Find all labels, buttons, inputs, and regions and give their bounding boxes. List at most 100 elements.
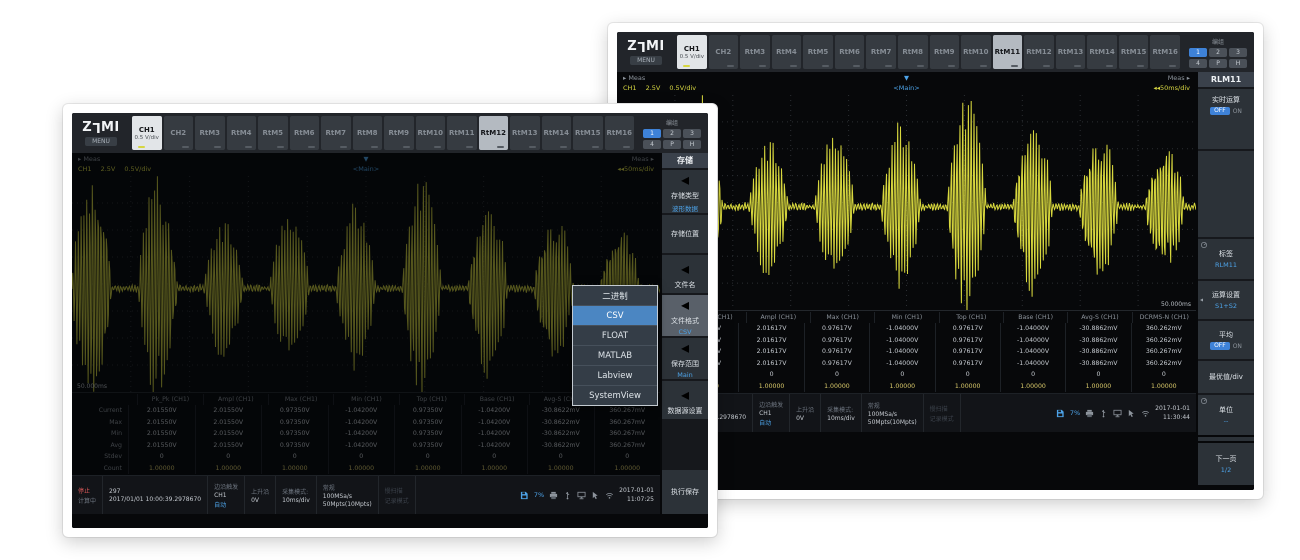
disk-usage-icon[interactable] [520,491,529,500]
file-format-option[interactable]: Labview [573,366,657,386]
group-button[interactable]: 2 [1209,48,1227,57]
toggle-on[interactable]: ON [1233,343,1242,350]
group-button[interactable]: 3 [1229,48,1247,57]
acquire-mode-segment[interactable]: 采集模式: 10ms/div [821,394,862,432]
channel-tab[interactable]: RtM8 [353,116,383,150]
display-icon[interactable] [1113,409,1122,418]
cursor-icon[interactable] [1127,409,1136,418]
printer-icon[interactable] [1085,409,1094,418]
channel-tab[interactable]: RtM7 [321,116,351,150]
channel-tab[interactable]: RtM12 [479,116,509,150]
channel-tab[interactable]: RtM8 [898,35,928,69]
channel-tab[interactable]: CH2 [164,116,194,150]
display-icon[interactable] [577,491,586,500]
storage-menu-item[interactable]: ◂ 保存范围 Main [662,338,708,379]
channel-tab[interactable]: RtM9 [384,116,414,150]
average-toggle[interactable]: OFF ON [1210,342,1242,350]
channel-tab[interactable]: RtM3 [740,35,770,69]
realtime-math-section[interactable]: 实时运算 OFF ON [1198,89,1254,149]
file-format-option[interactable]: FLOAT [573,326,657,346]
channel-tab[interactable]: CH2 [709,35,739,69]
menu-button[interactable]: MENU [85,137,117,146]
group-button[interactable]: 1 [643,129,661,138]
toggle-off[interactable]: OFF [1210,342,1230,350]
menu-button[interactable]: MENU [630,56,662,65]
group-button[interactable]: 3 [683,129,701,138]
label-section[interactable]: 标签 RLM11 [1198,239,1254,279]
channel-tab[interactable]: RtM11 [447,116,477,150]
sampling-segment[interactable]: 常规 100MSa/s 50Mpts(10Mpts) [317,476,379,514]
unit-section[interactable]: 单位 -- [1198,395,1254,435]
measurement-column-header: Min (CH1) [874,312,938,324]
group-button[interactable]: 2 [663,129,681,138]
storage-menu-item[interactable]: ◂ 文件格式 CSV [662,295,708,336]
channel-tab[interactable]: RtM4 [772,35,802,69]
storage-menu-item[interactable]: ◂ 存储类型 波形数据 [662,170,708,213]
average-section[interactable]: 平均 OFF ON [1198,321,1254,359]
usb-icon[interactable] [1099,409,1108,418]
channel-tab-label: RtM15 [575,129,600,137]
channel-tab[interactable]: RtM9 [930,35,960,69]
channel-tab[interactable]: RtM7 [866,35,896,69]
sampling-segment[interactable]: 常规 100MSa/s 50Mpts(10Mpts) [862,394,924,432]
channel-tab[interactable]: RtM3 [195,116,225,150]
trigger-segment[interactable]: 边沿触发 CH1 自动 [753,394,790,432]
channel-tab[interactable]: RtM15 [1119,35,1149,69]
realtime-math-toggle[interactable]: OFF ON [1210,107,1242,115]
storage-menu-item[interactable]: ◂ 数据源设置 [662,381,708,419]
group-button[interactable]: 4 [643,140,661,149]
printer-icon[interactable] [549,491,558,500]
next-page-button[interactable]: 下一页 1/2 [1198,443,1254,485]
channel-tab[interactable]: RtM10 [416,116,446,150]
channel-tab[interactable]: RtM16 [1150,35,1180,69]
group-button[interactable]: P [1209,59,1227,68]
channel-tab[interactable]: RtM10 [961,35,991,69]
group-button[interactable]: P [663,140,681,149]
channel-tab[interactable]: RtM6 [835,35,865,69]
group-button[interactable]: H [1229,59,1247,68]
toggle-on[interactable]: ON [1233,108,1242,115]
disk-usage-icon[interactable] [1056,409,1065,418]
acquire-mode-segment[interactable]: 采集模式: 10ms/div [276,476,317,514]
best-value-section[interactable]: 最优值/div [1198,361,1254,393]
channel-tab[interactable]: RtM5 [258,116,288,150]
channel-tab[interactable]: RtM16 [605,116,635,150]
file-format-option[interactable]: 二进制 [573,286,657,306]
toggle-off[interactable]: OFF [1210,107,1230,115]
file-format-option[interactable]: MATLAB [573,346,657,366]
group-button[interactable]: 4 [1189,59,1207,68]
channel-tab[interactable]: RtM14 [1087,35,1117,69]
execute-save-button[interactable]: 执行保存 [662,470,708,514]
meas-right-toggle[interactable]: Meas ▸ [1168,74,1190,84]
channel-state-dash [917,65,924,67]
trigger-marker-icon[interactable]: ▼ [904,74,909,84]
trigger-edge-segment[interactable]: 上升沿 0V [245,476,276,514]
channel-tab[interactable]: RtM5 [803,35,833,69]
channel-tab[interactable]: RtM13 [1056,35,1086,69]
channel-tab[interactable]: RtM6 [290,116,320,150]
logo-turned-letter: L [637,39,646,52]
group-button[interactable]: 1 [1189,48,1207,57]
storage-menu-item[interactable]: 存储位置 [662,215,708,253]
file-format-option[interactable]: CSV [573,306,657,326]
channel-tab[interactable]: CH1 0.5 V/div [132,116,162,150]
group-button[interactable]: H [683,140,701,149]
inactive-modes-segment: 慢扫描 记录模式 [379,476,416,514]
wifi-icon[interactable] [605,491,614,500]
storage-menu-item[interactable]: ◂ 文件名 [662,255,708,293]
trigger-segment[interactable]: 边沿触发 CH1 自动 [208,476,245,514]
usb-icon[interactable] [563,491,572,500]
channel-tab[interactable]: RtM13 [510,116,540,150]
channel-tab[interactable]: RtM14 [542,116,572,150]
channel-tab[interactable]: RtM15 [573,116,603,150]
cursor-icon[interactable] [591,491,600,500]
wifi-icon[interactable] [1141,409,1150,418]
channel-tab[interactable]: RtM11 [993,35,1023,69]
trigger-edge-segment[interactable]: 上升沿 0V [790,394,821,432]
file-format-option[interactable]: SystemView [573,386,657,405]
channel-tab[interactable]: CH1 0.5 V/div [677,35,707,69]
channel-tab[interactable]: RtM4 [227,116,257,150]
math-settings-section[interactable]: ◂ 运算设置 S1+S2 [1198,281,1254,319]
meas-left-toggle[interactable]: ▸ Meas [623,74,645,84]
channel-tab[interactable]: RtM12 [1024,35,1054,69]
